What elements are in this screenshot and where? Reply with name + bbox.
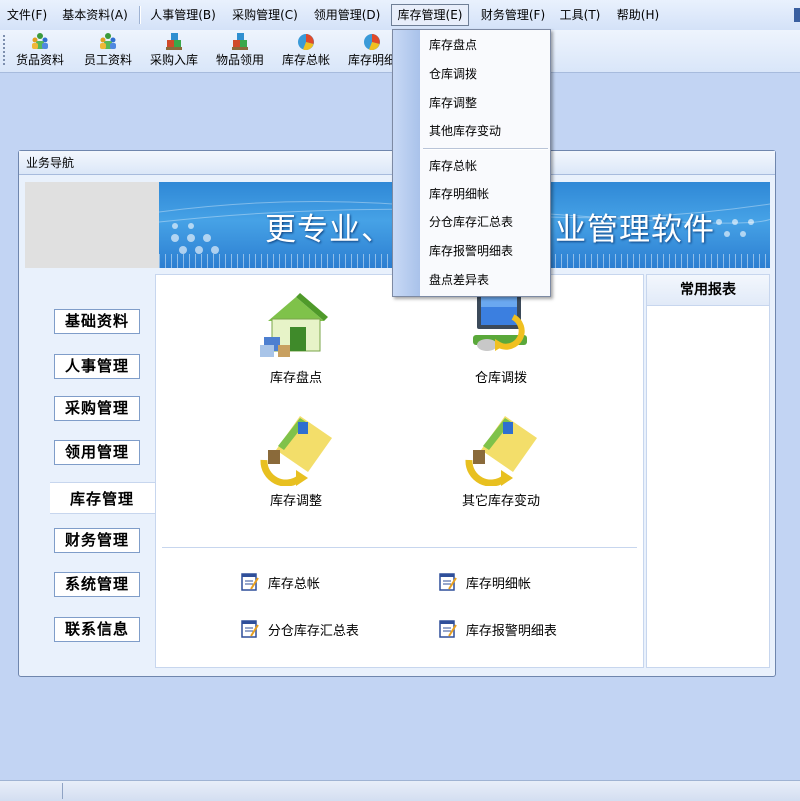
status-cell [0,783,63,799]
report-label: 库存总帐 [267,576,320,592]
report-icon [241,573,259,591]
menu-icon-gutter [393,30,420,296]
category-inventory[interactable]: 库存管理 [50,482,156,514]
toolbar-label: 库存总帐 [281,53,330,67]
function-label: 库存盘点 [269,371,322,386]
common-reports-panel: 常用报表 [646,274,770,668]
function-stock-count[interactable]: 库存盘点 [226,287,366,386]
toolbar-purchase-in-button[interactable]: 采购入库 [146,32,202,70]
function-other-stock-change[interactable]: 其它库存变动 [431,410,571,509]
report-icon [439,620,457,638]
category-requisition[interactable]: 领用管理 [54,440,140,465]
menu-item-count-variance[interactable]: 盘点差异表 [429,269,489,291]
function-warehouse-transfer[interactable]: 仓库调拨 [431,287,571,386]
toolbar-label: 采购入库 [149,53,198,67]
boxes-icon [166,33,182,50]
people-icon [100,33,116,49]
menu-requisition[interactable]: 领用管理(D) [312,5,382,25]
report-label: 库存报警明细表 [465,623,557,639]
menu-item-stock-detail-ledger[interactable]: 库存明细帐 [429,183,489,205]
report-icon [439,573,457,591]
boxes-icon [232,33,248,50]
report-label: 库存明细帐 [465,576,531,592]
pie-chart-icon [298,34,314,50]
banner-slogan-left: 更专业、 [265,212,393,248]
category-system[interactable]: 系统管理 [54,572,140,597]
function-label: 其它库存变动 [461,494,540,509]
toolbar-staff-data-button[interactable]: 员工资料 [80,32,136,70]
menu-item-stock-adjust[interactable]: 库存调整 [429,92,477,114]
menu-item-stock-count[interactable]: 库存盘点 [429,34,477,56]
report-link-stock-alert-detail[interactable]: 库存报警明细表 [438,619,557,641]
function-stock-adjust[interactable]: 库存调整 [226,410,366,509]
menu-bar: 文件(F) 基本资料(A) 人事管理(B) 采购管理(C) 领用管理(D) 库存… [0,0,800,31]
folder-arrow-icon [260,416,332,486]
menu-file[interactable]: 文件(F) [6,5,48,25]
toolbar-label: 员工资料 [83,53,132,67]
warehouse-icon [260,293,328,357]
toolbar-grip[interactable] [3,35,5,67]
category-personnel[interactable]: 人事管理 [54,354,140,379]
menu-item-warehouse-transfer[interactable]: 仓库调拨 [429,63,477,85]
category-purchasing[interactable]: 采购管理 [54,396,140,421]
function-label: 仓库调拨 [474,371,527,386]
menu-item-warehouse-summary[interactable]: 分仓库存汇总表 [429,211,513,233]
menu-inventory[interactable]: 库存管理(E) [391,4,469,26]
banner-slogan-right: 业管理软件 [555,212,715,248]
menu-purchasing[interactable]: 采购管理(C) [230,5,300,25]
report-link-warehouse-summary[interactable]: 分仓库存汇总表 [240,619,359,641]
content-divider [162,547,637,548]
toolbar-label: 物品领用 [215,53,264,67]
menu-item-other-stock-change[interactable]: 其他库存变动 [429,120,501,142]
window-corner-icon[interactable] [794,8,800,22]
category-sidebar: 基础资料 人事管理 采购管理 领用管理 库存管理 财务管理 系统管理 联系信息 [25,274,156,668]
people-icon [32,33,48,49]
status-bar [0,780,800,801]
function-label: 库存调整 [269,494,322,509]
menu-separator [423,148,548,150]
pie-chart-icon [364,34,380,50]
toolbar-goods-data-button[interactable]: 货品资料 [12,32,68,70]
report-label: 分仓库存汇总表 [267,623,359,639]
category-basic-data[interactable]: 基础资料 [54,309,140,334]
folder-arrow-icon [465,416,537,486]
menu-item-stock-ledger[interactable]: 库存总帐 [429,155,477,177]
category-contact[interactable]: 联系信息 [54,617,140,642]
menu-finance[interactable]: 财务管理(F) [478,5,548,25]
menu-tools[interactable]: 工具(T) [558,5,602,25]
menu-help[interactable]: 帮助(H) [614,5,662,25]
report-link-stock-ledger[interactable]: 库存总帐 [240,572,320,594]
menu-separator [139,6,141,24]
report-icon [241,620,259,638]
menu-personnel[interactable]: 人事管理(B) [148,5,218,25]
menu-item-stock-alert-detail[interactable]: 库存报警明细表 [429,240,513,262]
report-link-stock-detail-ledger[interactable]: 库存明细帐 [438,572,531,594]
category-finance[interactable]: 财务管理 [54,528,140,553]
menu-basic-data[interactable]: 基本资料(A) [60,5,130,25]
toolbar-item-requisition-button[interactable]: 物品领用 [212,32,268,70]
inventory-dropdown-menu: 库存盘点 仓库调拨 库存调整 其他库存变动 库存总帐 库存明细帐 分仓库存汇总表… [392,29,551,297]
toolbar-stock-ledger-button[interactable]: 库存总帐 [278,32,334,70]
computer-transfer-icon [473,293,527,351]
common-reports-title: 常用报表 [647,275,769,306]
function-content-area: 库存盘点 仓库调拨 库存调整 其它库存变动 库存总帐 库存明细帐 分仓库存汇总表… [155,274,644,668]
toolbar-label: 货品资料 [15,53,64,67]
